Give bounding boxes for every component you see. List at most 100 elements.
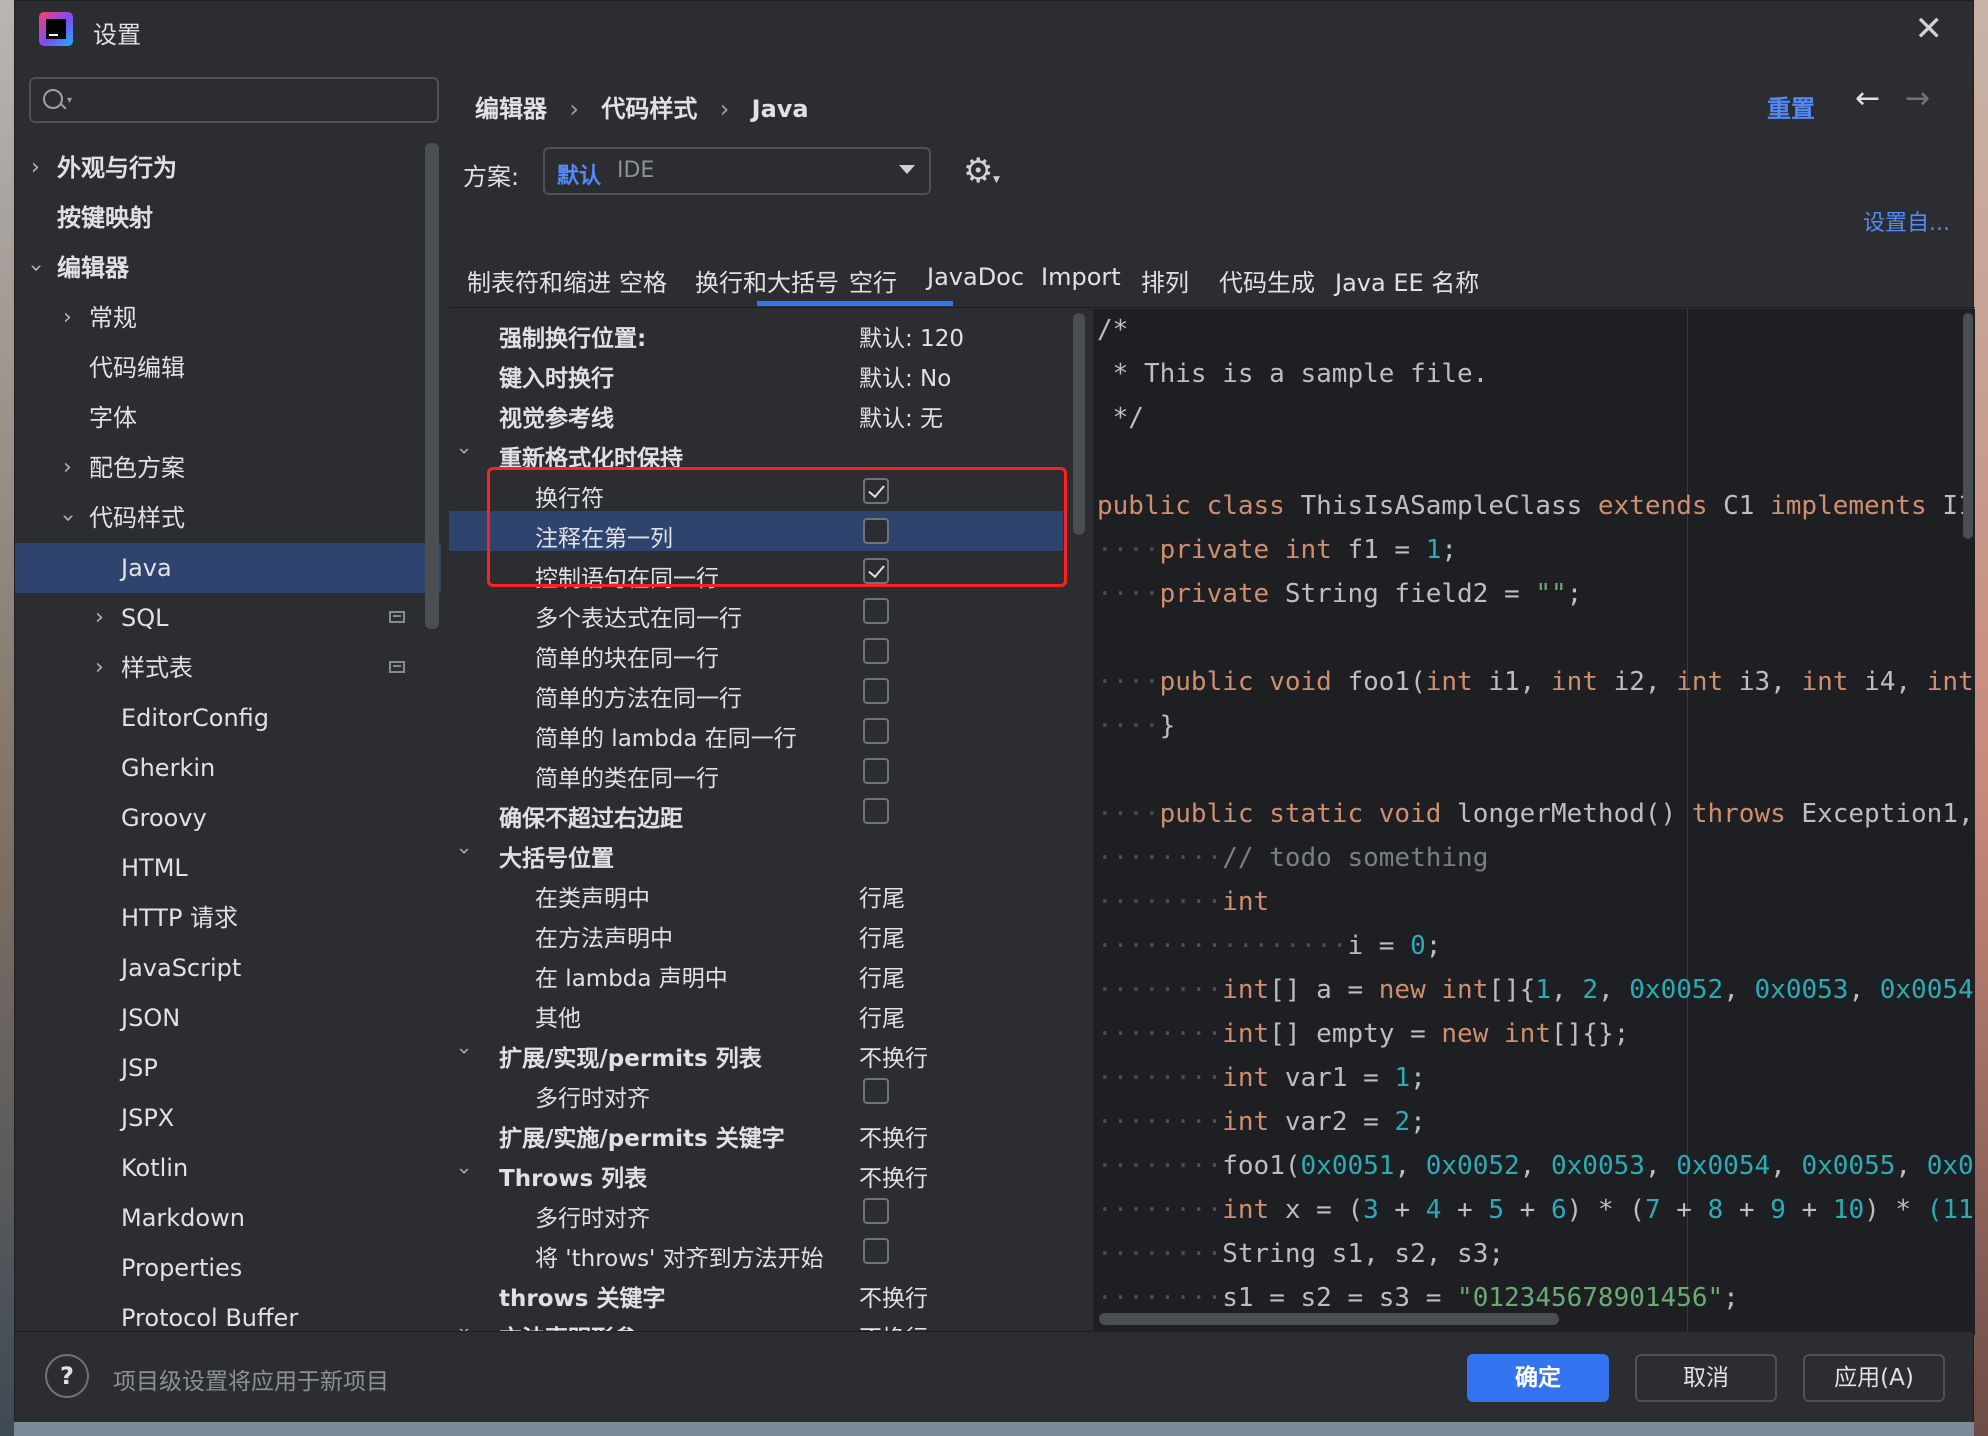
cancel-button[interactable]: 取消 [1635, 1354, 1777, 1402]
tab-imports[interactable]: Import [1041, 263, 1121, 291]
option-group-brace-placement[interactable]: › 大括号位置 [449, 831, 1063, 872]
tab-javadoc[interactable]: JavaDoc [927, 263, 1024, 291]
option-value[interactable]: 行尾 [859, 999, 905, 1033]
option-checkbox[interactable] [863, 678, 889, 704]
settings-search-input[interactable]: ▾ [29, 77, 439, 123]
option-multiple-expressions-one-line[interactable]: 多个表达式在同一行 [449, 591, 1063, 632]
nav-item-font[interactable]: 字体 [15, 393, 441, 443]
option-line-breaks[interactable]: 换行符 [449, 471, 1063, 512]
nav-item-json[interactable]: JSON [15, 993, 441, 1043]
set-from-link[interactable]: 设置自... [1863, 205, 1950, 237]
gear-icon[interactable]: ⚙ [963, 151, 993, 191]
preview-vertical-scrollbar[interactable] [1963, 313, 1973, 539]
option-checkbox[interactable] [863, 798, 889, 824]
tab-tabs-indents[interactable]: 制表符和缩进 [467, 263, 611, 298]
help-icon[interactable]: ? [45, 1354, 89, 1398]
nav-item-protocol-buffer[interactable]: Protocol Buffer [15, 1293, 441, 1331]
chevron-down-icon[interactable]: › [453, 1047, 477, 1055]
chevron-right-icon[interactable]: › [95, 593, 104, 643]
option-throws-keyword[interactable]: throws 关键字 不换行 [449, 1271, 1063, 1313]
option-checkbox[interactable] [863, 1198, 889, 1224]
nav-item-javascript[interactable]: JavaScript [15, 943, 441, 993]
option-value[interactable]: 默认: 无 [859, 399, 943, 433]
option-ensure-right-margin[interactable]: 确保不超过右边距 [449, 791, 1063, 832]
option-hard-wrap[interactable]: 强制换行位置: 默认: 120 [449, 311, 1063, 353]
breadcrumb-item[interactable]: 代码样式 [601, 95, 697, 123]
option-visual-guides[interactable]: 视觉参考线 默认: 无 [449, 391, 1063, 433]
nav-item-editorconfig[interactable]: EditorConfig [15, 693, 441, 743]
nav-item-stylesheets[interactable]: › 样式表 [15, 643, 441, 693]
nav-item-java[interactable]: Java [15, 543, 441, 593]
tab-arrangement[interactable]: 排列 [1141, 263, 1189, 298]
nav-item-markdown[interactable]: Markdown [15, 1193, 441, 1243]
nav-item-color-scheme[interactable]: › 配色方案 [15, 443, 441, 493]
option-group-method-parameters[interactable]: › 方法声明形参 不换行 [449, 1311, 1063, 1331]
option-throws-align-multiline[interactable]: 多行时对齐 [449, 1191, 1063, 1232]
option-checkbox[interactable] [863, 638, 889, 664]
option-group-keep-when-reformatting[interactable]: › 重新格式化时保持 [449, 431, 1063, 472]
option-value[interactable]: 不换行 [859, 1279, 928, 1313]
option-simple-blocks-one-line[interactable]: 简单的块在同一行 [449, 631, 1063, 672]
option-value[interactable]: 不换行 [859, 1039, 928, 1073]
nav-item-properties[interactable]: Properties [15, 1243, 441, 1293]
chevron-right-icon[interactable]: › [31, 143, 40, 193]
scheme-dropdown[interactable]: 默认 IDE [543, 147, 931, 195]
option-brace-lambda-declaration[interactable]: 在 lambda 声明中 行尾 [449, 951, 1063, 993]
option-value[interactable]: 默认: 120 [859, 319, 964, 353]
nav-item-sql[interactable]: › SQL [15, 593, 441, 643]
chevron-right-icon[interactable]: › [63, 443, 72, 493]
option-control-statement-one-line[interactable]: 控制语句在同一行 [449, 551, 1063, 592]
option-align-throws-method-start[interactable]: 将 'throws' 对齐到方法开始 [449, 1231, 1063, 1272]
tab-java-ee-names[interactable]: Java EE 名称 [1335, 263, 1479, 298]
option-brace-method-declaration[interactable]: 在方法声明中 行尾 [449, 911, 1063, 953]
back-arrow-icon[interactable]: ← [1855, 81, 1880, 116]
option-brace-other[interactable]: 其他 行尾 [449, 991, 1063, 1033]
nav-item-jspx[interactable]: JSPX [15, 1093, 441, 1143]
nav-item-gherkin[interactable]: Gherkin [15, 743, 441, 793]
option-group-extends-list[interactable]: › 扩展/实现/permits 列表 不换行 [449, 1031, 1063, 1073]
option-value[interactable]: 默认: No [859, 359, 951, 393]
option-checkbox[interactable] [863, 558, 889, 584]
chevron-down-icon[interactable]: › [453, 447, 477, 455]
option-value[interactable]: 行尾 [859, 959, 905, 993]
option-checkbox[interactable] [863, 518, 889, 544]
nav-item-appearance[interactable]: › 外观与行为 [15, 143, 441, 193]
option-group-throws-list[interactable]: › Throws 列表 不换行 [449, 1151, 1063, 1192]
nav-item-editor[interactable]: › 编辑器 [15, 243, 441, 293]
option-extends-align-multiline[interactable]: 多行时对齐 [449, 1071, 1063, 1112]
option-comment-first-column[interactable]: 注释在第一列 [449, 511, 1063, 552]
close-icon[interactable]: ✕ [1915, 9, 1944, 49]
nav-item-html[interactable]: HTML [15, 843, 441, 893]
chevron-right-icon[interactable]: › [95, 643, 104, 693]
forward-arrow-icon[interactable]: → [1905, 81, 1930, 116]
ok-button[interactable]: 确定 [1467, 1354, 1609, 1402]
nav-item-code-editing[interactable]: 代码编辑 [15, 343, 441, 393]
search-options-icon[interactable]: ▾ [67, 95, 72, 106]
tab-wrapping-braces[interactable]: 换行和大括号 [695, 263, 839, 298]
option-simple-classes-one-line[interactable]: 简单的类在同一行 [449, 751, 1063, 792]
nav-item-code-style[interactable]: › 代码样式 [15, 493, 441, 543]
apply-button[interactable]: 应用(A) [1803, 1354, 1945, 1402]
option-simple-methods-one-line[interactable]: 简单的方法在同一行 [449, 671, 1063, 712]
option-value[interactable]: 行尾 [859, 919, 905, 953]
chevron-right-icon[interactable]: › [63, 293, 72, 343]
option-value[interactable]: 不换行 [859, 1319, 928, 1331]
nav-item-http-request[interactable]: HTTP 请求 [15, 893, 441, 943]
option-checkbox[interactable] [863, 718, 889, 744]
reset-link[interactable]: 重置 [1767, 89, 1815, 124]
option-wrap-on-typing[interactable]: 键入时换行 默认: No [449, 351, 1063, 393]
chevron-down-icon[interactable]: › [42, 514, 92, 523]
option-checkbox[interactable] [863, 1238, 889, 1264]
preview-horizontal-scrollbar[interactable] [1099, 1313, 1559, 1325]
nav-item-keymap[interactable]: 按键映射 [15, 193, 441, 243]
option-value[interactable]: 行尾 [859, 879, 905, 913]
tab-spaces[interactable]: 空格 [619, 263, 667, 298]
option-checkbox[interactable] [863, 478, 889, 504]
breadcrumb-item[interactable]: 编辑器 [475, 95, 547, 123]
option-extends-keyword[interactable]: 扩展/实施/permits 关键字 不换行 [449, 1111, 1063, 1152]
nav-item-kotlin[interactable]: Kotlin [15, 1143, 441, 1193]
tab-code-generation[interactable]: 代码生成 [1219, 263, 1315, 298]
tab-blank-lines[interactable]: 空行 [849, 263, 897, 298]
nav-item-general[interactable]: › 常规 [15, 293, 441, 343]
option-simple-lambdas-one-line[interactable]: 简单的 lambda 在同一行 [449, 711, 1063, 752]
